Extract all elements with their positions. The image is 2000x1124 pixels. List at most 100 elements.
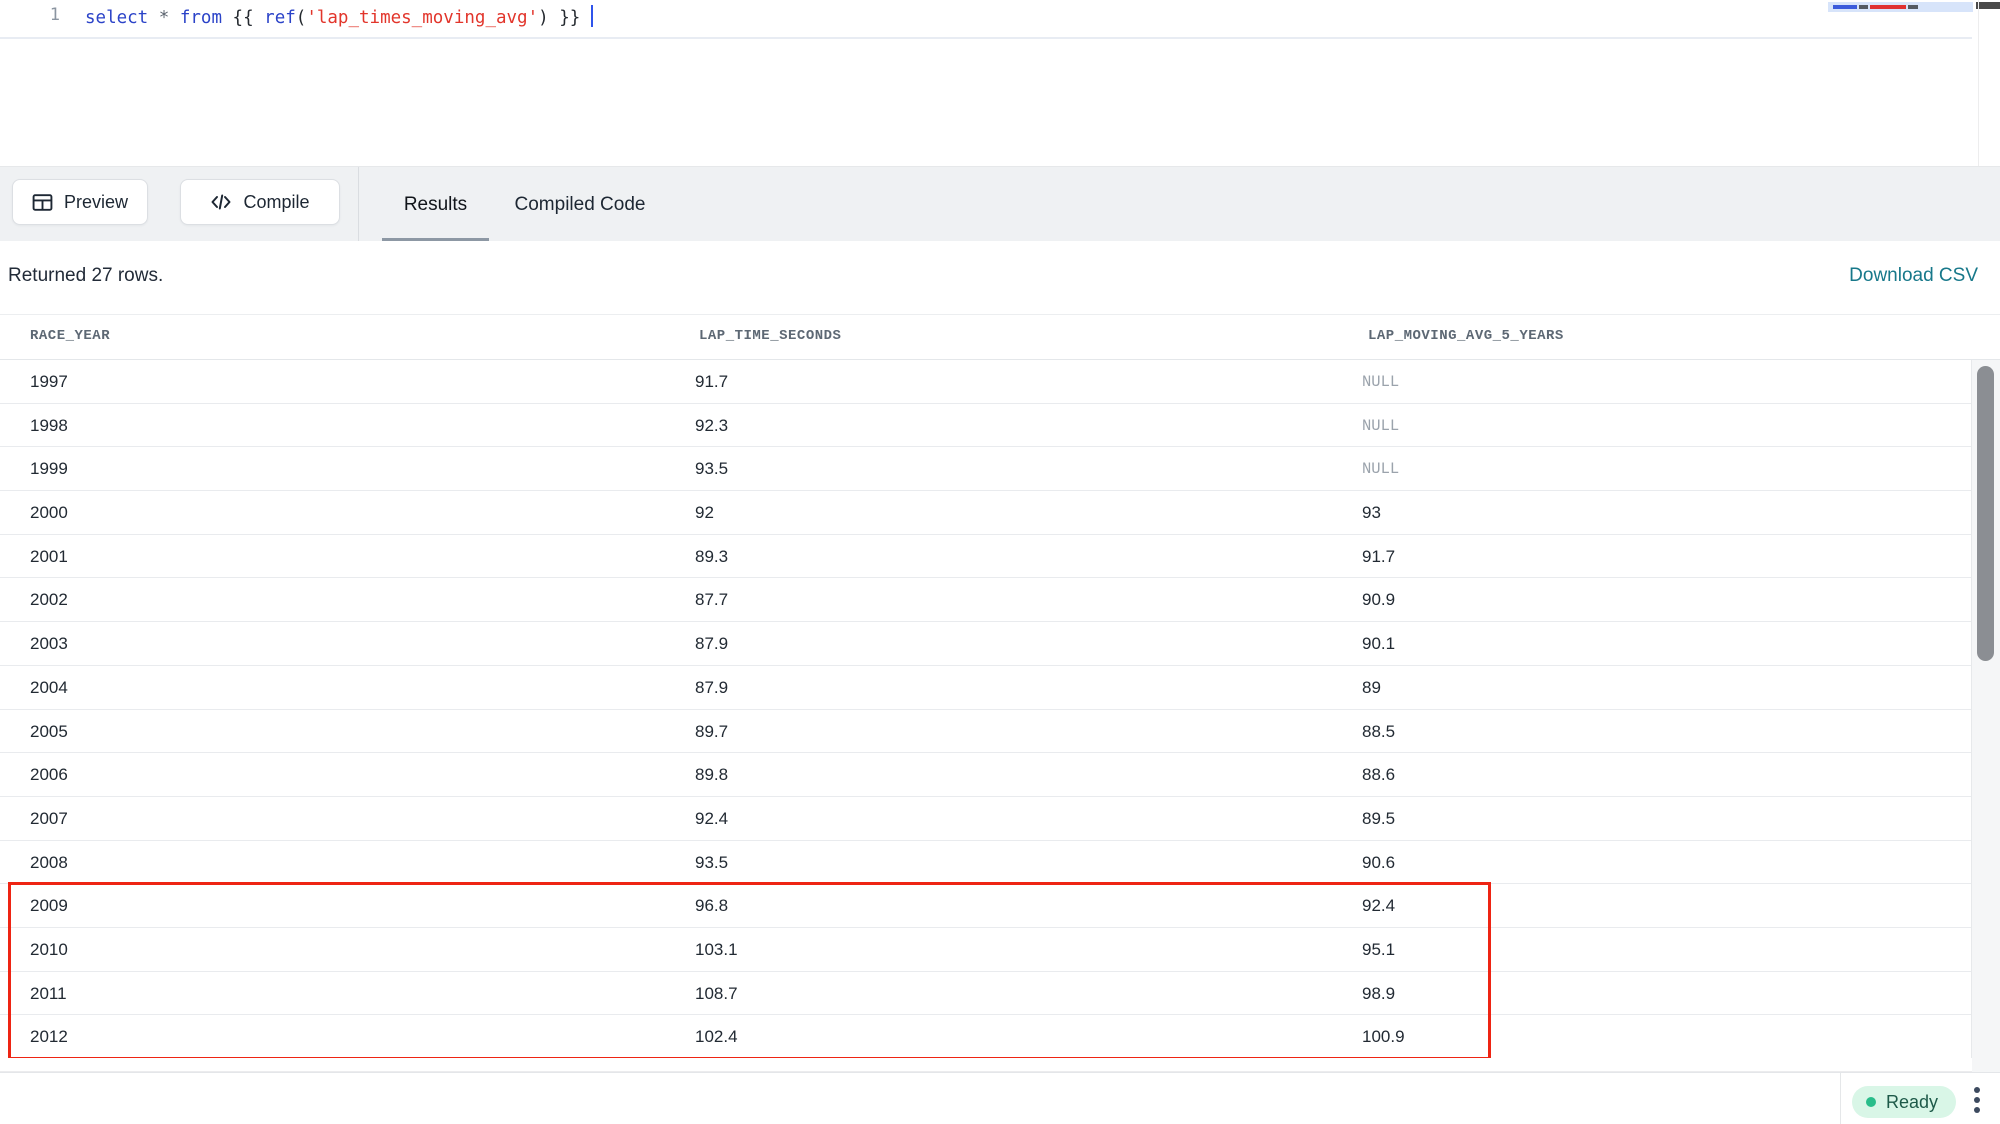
table-icon [32,192,53,213]
table-row: 2011 108.7 98.9 [0,972,1972,1016]
compile-button-label: Compile [243,192,309,213]
editor-scrollbar-thumb[interactable] [1976,2,2000,9]
code-token [148,8,159,28]
table-row: 2004 87.9 89 [0,666,1972,710]
table-cell: 93.5 [695,459,728,479]
code-icon [210,192,232,212]
table-cell: 2007 [30,809,68,829]
status-bar: Ready [0,1072,2000,1124]
row-count-summary: Returned 27 rows. [8,265,163,287]
preview-button[interactable]: Preview [12,179,148,225]
status-dot-icon [1866,1097,1876,1107]
table-cell: 108.7 [695,984,738,1004]
table-row: 1999 93.5 NULL [0,447,1972,491]
table-cell: 98.9 [1362,984,1395,1004]
table-cell: 93 [1362,503,1381,523]
text-cursor [591,5,594,27]
table-cell: 91.7 [1362,547,1395,567]
code-token: 'lap_times_moving_avg' [306,8,538,28]
table-cell: 2009 [30,896,68,916]
table-row: 2001 89.3 91.7 [0,535,1972,579]
table-body: 1997 91.7 NULL 1998 92.3 NULL 1999 93.5 NULL 2000… [0,360,1972,1059]
kebab-menu-icon[interactable] [1966,1083,1988,1117]
table-cell: 2010 [30,940,68,960]
table-row: 2008 93.5 90.6 [0,841,1972,885]
table-cell: 89 [1362,678,1381,698]
editor-gutter-divider [1978,0,1979,166]
code-token: ref [264,8,296,28]
tab-compiled-code[interactable]: Compiled Code [505,167,655,242]
table-header-row: RACE_YEAR LAP_TIME_SECONDS LAP_MOVING_AV… [0,314,2000,360]
table-cell: 92.4 [1362,896,1395,916]
table-cell: 90.6 [1362,853,1395,873]
table-cell: 2001 [30,547,68,567]
table-cell: 89.5 [1362,809,1395,829]
column-header-race-year: RACE_YEAR [30,328,110,344]
table-cell: 1998 [30,416,68,436]
code-token: * [159,8,170,28]
table-cell: 103.1 [695,940,738,960]
table-row: 200287.790.9 [0,578,1972,622]
tab-compiled-code-label: Compiled Code [515,194,646,216]
download-csv-link[interactable]: Download CSV [1849,265,1978,287]
table-cell: 95.1 [1362,940,1395,960]
table-cell: 2012 [30,1027,68,1047]
table-cell: NULL [1362,460,1399,478]
table-cell: 92.3 [695,416,728,436]
table-cell: 2000 [30,503,68,523]
table-cell: 1997 [30,372,68,392]
table-cell: 87.9 [695,634,728,654]
table-row: 200589.788.5 [0,710,1972,754]
minimap-mark [1870,5,1906,9]
table-cell: 2005 [30,722,68,742]
code-token: select [85,8,148,28]
compile-button[interactable]: Compile [180,179,340,225]
table-cell: 90.1 [1362,634,1395,654]
ready-status-label: Ready [1886,1092,1938,1113]
table-cell: NULL [1362,373,1399,391]
table-row: 200689.888.6 [0,753,1972,797]
table-cell: 2003 [30,634,68,654]
table-cell: 2004 [30,678,68,698]
results-scrollbar-track[interactable] [1971,360,2000,1072]
table-cell: 91.7 [695,372,728,392]
table-row: 1998 92.3 NULL [0,404,1972,448]
sql-editor[interactable]: 1 select * from {{ ref('lap_times_moving… [0,0,2000,166]
table-row: 1997 91.7 NULL [0,360,1972,404]
table-cell: 96.8 [695,896,728,916]
table-row: 2003 87.9 90.1 [0,622,1972,666]
code-token [169,8,180,28]
table-row: 2010 103.1 95.1 [0,928,1972,972]
table-cell: 88.5 [1362,722,1395,742]
preview-button-label: Preview [64,192,128,213]
minimap-mark [1833,5,1857,9]
table-row: 20009293 [0,491,1972,535]
table-row: 2012102.4100.9 [0,1015,1972,1059]
table-cell: 2002 [30,590,68,610]
status-bar-divider [1840,1073,1841,1124]
code-token: from [180,8,222,28]
table-row: 200792.489.5 [0,797,1972,841]
results-toolbar: Preview Compile Results Compiled Code [0,166,2000,241]
active-line-underline [0,37,1972,39]
table-cell: 2011 [30,984,67,1004]
tab-results[interactable]: Results [382,167,489,242]
table-cell: 100.9 [1362,1027,1405,1047]
table-cell: 87.9 [695,678,728,698]
table-cell: 1999 [30,459,68,479]
code-line[interactable]: select * from {{ ref('lap_times_moving_a… [85,5,593,31]
editor-minimap[interactable] [1828,2,1973,12]
tab-results-label: Results [404,194,467,216]
partial-next-row [0,1058,1972,1072]
table-cell: 2008 [30,853,68,873]
code-token: ) [538,8,549,28]
results-meta-bar: Returned 27 rows. Download CSV [0,241,2000,314]
table-cell: 93.5 [695,853,728,873]
table-cell: 89.3 [695,547,728,567]
table-cell: NULL [1362,417,1399,435]
results-scrollbar-thumb[interactable] [1977,366,1994,661]
table-cell: 89.8 [695,765,728,785]
code-token: ( [296,8,307,28]
ready-status-badge: Ready [1852,1086,1956,1118]
dbt-ide-window: 1 select * from {{ ref('lap_times_moving… [0,0,2000,1124]
